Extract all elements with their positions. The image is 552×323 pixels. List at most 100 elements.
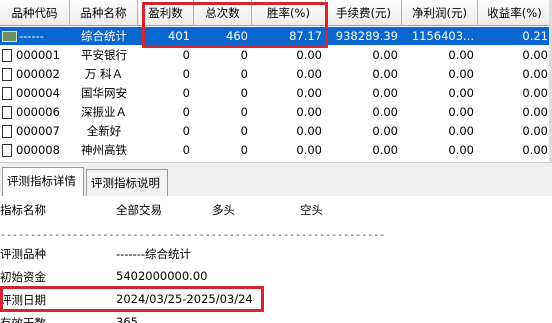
detail-header-short: 空头 [300,203,323,217]
table-row[interactable]: 000006 深振业Ａ 0 0 0.00 0.00 0.00 0.00 [0,103,552,121]
table-row[interactable]: 000001 平安银行 0 0 0.00 0.00 0.00 0.00 [0,46,552,64]
cell-yield: 0.00 [522,105,548,119]
cell-code-text: 000004 [16,86,60,100]
cell-net-profit: 0.00 [448,48,474,62]
col-header-win-rate[interactable]: 胜率(%) [252,0,326,26]
cell-yield: 0.21 [522,29,548,43]
cell-net-profit: 0.00 [448,67,474,81]
tab-metric-details[interactable]: 评测指标详情 [2,167,84,197]
cell-win-count: 0 [182,105,190,119]
cell-net-profit: 1156403... [411,29,474,43]
cell-total-count: 0 [240,105,248,119]
col-header-code[interactable]: 品种代码 [0,0,70,26]
cell-fee: 0.00 [372,105,398,119]
col-header-yield[interactable]: 收益率(%) [478,0,552,26]
col-header-name[interactable]: 品种名称 [70,0,138,26]
detail-value-variety: -------综合统计 [116,247,192,261]
col-header-net-profit[interactable]: 净利润(元) [402,0,478,26]
detail-value-initial-capital: 5402000000.00 [116,269,208,283]
cell-net-profit: 0.00 [448,124,474,138]
cell-win-rate: 87.17 [289,29,322,43]
cell-total-count: 0 [240,67,248,81]
tab-metric-description[interactable]: 评测指标说明 [86,169,168,197]
cell-net-profit: 0.00 [448,105,474,119]
summary-icon [2,30,17,42]
cell-stock-code: 000004 [0,84,70,102]
cell-code-text: 000008 [16,143,60,157]
cell-fee: 0.00 [372,143,398,157]
cell-net-profit: 0.00 [448,143,474,157]
detail-label-initial-capital: 初始资金 [0,270,46,284]
cell-win-count: 0 [182,124,190,138]
cell-total-count: 0 [240,48,248,62]
cell-fee: 0.00 [372,48,398,62]
detail-value-eval-date: 2024/03/25-2025/03/24 [116,292,253,306]
document-icon [2,105,12,119]
cell-fee: 938289.39 [335,29,398,43]
cell-code-text: 000002 [16,67,60,81]
document-icon [2,86,12,100]
cell-stock-name: 国华网安 [81,86,127,100]
cell-win-count: 0 [182,48,190,62]
cell-win-count: 401 [168,29,190,43]
cell-win-rate: 0.00 [296,48,322,62]
cell-stock-code: 000006 [0,103,70,121]
cell-stock-name: 神州高铁 [81,143,127,157]
tab-bar: 评测指标详情 评测指标说明 [0,162,552,197]
cell-yield: 0.00 [522,67,548,81]
cell-win-count: 0 [182,67,190,81]
document-icon [2,143,12,157]
document-icon [2,124,12,138]
table-header: 品种代码 品种名称 盈利数 总次数 胜率(%) 手续费(元) 净利润(元) 收益… [0,0,552,26]
cell-stock-code: 000002 [0,65,70,83]
cell-stock-name: 全新好 [86,124,122,138]
cell-total-count: 0 [240,124,248,138]
cell-yield: 0.00 [522,48,548,62]
cell-stock-name: 综合统计 [81,29,127,43]
cell-stock-name: 平安银行 [81,48,127,62]
document-icon [2,67,12,81]
cell-stock-code: 000001 [0,46,70,64]
table-row[interactable]: 000002 万 科Ａ 0 0 0.00 0.00 0.00 0.00 [0,65,552,83]
col-header-fee[interactable]: 手续费(元) [326,0,402,26]
table-row[interactable]: 000008 神州高铁 0 0 0.00 0.00 0.00 0.00 [0,141,552,159]
cell-yield: 0.00 [522,143,548,157]
cell-stock-code: 000007 [0,122,70,140]
detail-label-valid-days: 有效天数 [0,316,46,323]
detail-header-all-trades: 全部交易 [116,203,162,217]
cell-total-count: 0 [240,86,248,100]
cell-code-text: 000007 [16,124,60,138]
cell-stock-code: 000008 [0,141,70,159]
detail-label-eval-date: 评测日期 [0,293,46,307]
cell-win-rate: 0.00 [296,124,322,138]
cell-total-count: 460 [226,29,248,43]
cell-fee: 0.00 [372,124,398,138]
cell-code-text: 000001 [16,48,60,62]
cell-yield: 0.00 [522,124,548,138]
col-header-total[interactable]: 总次数 [194,0,252,26]
table-row-summary[interactable]: ------ 综合统计 401 460 87.17 938289.39 1156403...… [0,27,552,45]
detail-value-valid-days: 365 [116,315,138,323]
cell-code-text: ------ [19,29,44,43]
col-header-wins[interactable]: 盈利数 [138,0,194,26]
cell-code-text: 000006 [16,105,60,119]
cell-stock-name: 万 科Ａ [84,67,124,81]
cell-fee: 0.00 [372,67,398,81]
detail-header-metric: 指标名称 [0,203,46,217]
detail-separator: ----------------------------------------… [0,230,386,241]
cell-net-profit: 0.00 [448,86,474,100]
detail-panel: 指标名称 全部交易 多头 空头 ------------------------… [0,196,552,323]
cell-win-rate: 0.00 [296,105,322,119]
cell-win-rate: 0.00 [296,86,322,100]
cell-stock-code: ------ [0,27,70,45]
cell-win-rate: 0.00 [296,67,322,81]
detail-label-variety: 评测品种 [0,247,46,261]
table-row[interactable]: 000007 全新好 0 0 0.00 0.00 0.00 0.00 [0,122,552,140]
cell-yield: 0.00 [522,86,548,100]
cell-fee: 0.00 [372,86,398,100]
table-row[interactable]: 000004 国华网安 0 0 0.00 0.00 0.00 0.00 [0,84,552,102]
detail-header-long: 多头 [212,203,235,217]
cell-stock-name: 深振业Ａ [81,105,127,119]
stock-stats-table: 品种代码 品种名称 盈利数 总次数 胜率(%) 手续费(元) 净利润(元) 收益… [0,0,552,162]
cell-win-rate: 0.00 [296,143,322,157]
